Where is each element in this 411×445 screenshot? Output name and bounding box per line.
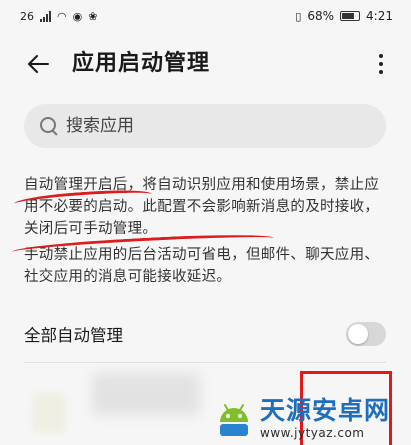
app-icon — [32, 393, 66, 433]
app-notification-icon: ◉ — [72, 9, 83, 23]
watermark-texts: 天源安卓网 www.jytyaz.com — [260, 396, 390, 440]
auto-manage-toggle[interactable] — [346, 322, 386, 346]
auto-manage-row[interactable]: 全部自动管理 — [24, 316, 386, 352]
battery-icon — [340, 11, 361, 21]
back-arrow-svg — [28, 55, 49, 73]
watermark: 天源安卓网 www.jytyaz.com — [212, 390, 411, 445]
network-type-label: 26 — [20, 9, 34, 23]
description-auto-manage: 自动管理开启后，将自动识别应用和使用场景，禁止应用不必要的启动。此配置不会影响新… — [24, 177, 380, 237]
page-title: 应用启动管理 — [72, 51, 211, 76]
android-logo-svg — [220, 403, 248, 436]
clock: 4:21 — [366, 9, 393, 23]
vibrate-icon: ▯ — [295, 9, 302, 23]
search-input[interactable] — [66, 116, 366, 136]
back-arrow-icon[interactable] — [24, 50, 52, 78]
android-logo-icon — [212, 396, 256, 440]
status-left: 26 ◠ ◉ ❀ — [20, 9, 98, 23]
watermark-title: 天源安卓网 — [260, 395, 391, 425]
search-icon — [38, 115, 60, 137]
wechat-icon: ❀ — [88, 9, 98, 23]
more-options-icon[interactable] — [373, 48, 389, 80]
app-bar: 应用启动管理 — [0, 40, 411, 88]
battery-percent: 68% — [307, 9, 335, 23]
wifi-icon: ◠ — [57, 9, 67, 23]
status-right: ▯ 68% 4:21 — [295, 9, 393, 23]
watermark-url: www.jytyaz.com — [260, 425, 365, 440]
app-name-blurred — [92, 373, 200, 415]
search-box[interactable] — [24, 104, 386, 148]
signal-icon — [40, 10, 51, 22]
status-bar: 26 ◠ ◉ ❀ ▯ 68% 4:21 — [0, 0, 411, 32]
auto-manage-label: 全部自动管理 — [24, 326, 123, 345]
